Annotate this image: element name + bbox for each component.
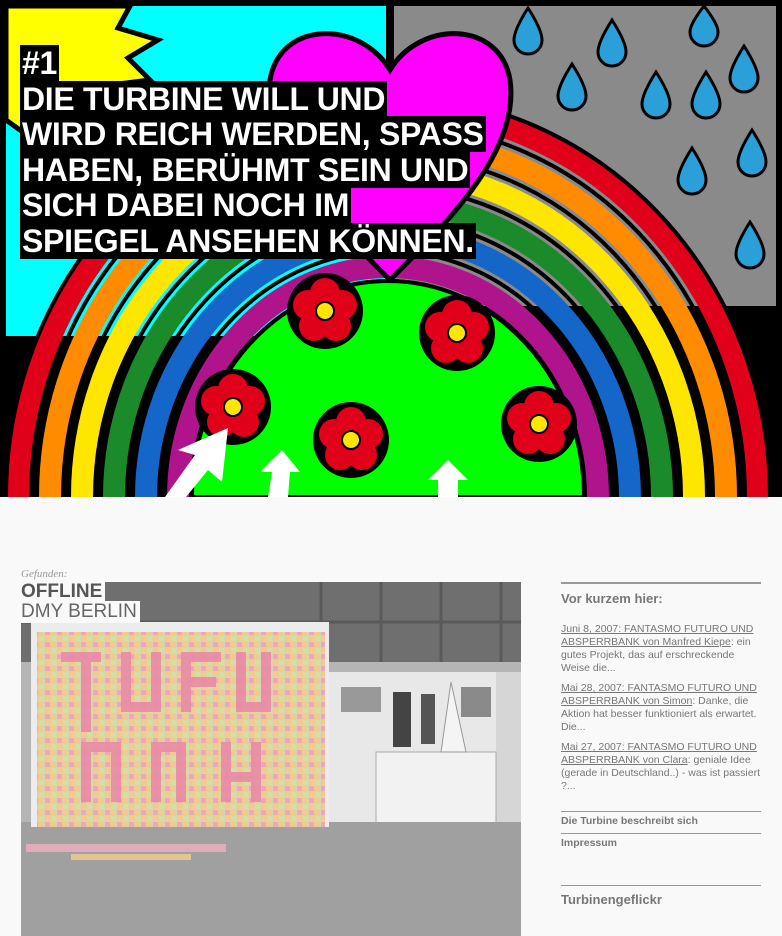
post-photo[interactable] — [21, 582, 521, 936]
recent-comment-link[interactable]: Juni 8, 2007: FANTASMO FUTURO UND ABSPER… — [561, 623, 753, 648]
post-title[interactable]: OFFLINE — [21, 581, 106, 603]
sidebar: Vor kurzem hier: Juni 8, 2007: FANTASMO … — [561, 582, 761, 907]
flower — [313, 402, 389, 478]
flower — [195, 369, 271, 445]
header-banner: #1 DIE TURBINE WILL UND WIRD REICH WERDE… — [0, 0, 782, 497]
post-subtitle[interactable]: DMY BERLIN — [21, 601, 140, 623]
recent-comment: Mai 28, 2007: FANTASMO FUTURO UND ABSPER… — [561, 682, 761, 734]
headline-line: SICH DABEI NOCH IM — [20, 187, 352, 223]
headline-line: HABEN, BERÜHMT SEIN UND — [20, 151, 471, 188]
flickr-heading: Turbinengeflickr — [561, 885, 761, 907]
headline-line: SPIEGEL ANSEHEN KÖNNEN. — [20, 222, 476, 259]
about-link[interactable]: Die Turbine beschreibt sich — [561, 811, 761, 833]
post-kicker: Gefunden: — [21, 568, 68, 580]
flower — [501, 386, 577, 462]
impressum-link[interactable]: Impressum — [561, 833, 761, 855]
recent-comment: Mai 27, 2007: FANTASMO FUTURO UND ABSPER… — [561, 741, 761, 793]
flower — [419, 295, 495, 371]
recent-heading: Vor kurzem hier: — [561, 591, 663, 606]
headline-line: DIE TURBINE WILL UND — [20, 80, 388, 117]
headline: #1 DIE TURBINE WILL UND WIRD REICH WERDE… — [20, 45, 486, 259]
headline-number: #1 — [20, 45, 59, 81]
flower — [287, 273, 363, 349]
sidebar-divider — [561, 582, 761, 584]
post-photo-image — [21, 582, 521, 936]
recent-comment: Juni 8, 2007: FANTASMO FUTURO UND ABSPER… — [561, 623, 761, 675]
headline-line: WIRD REICH WERDEN, SPASS — [20, 116, 486, 152]
